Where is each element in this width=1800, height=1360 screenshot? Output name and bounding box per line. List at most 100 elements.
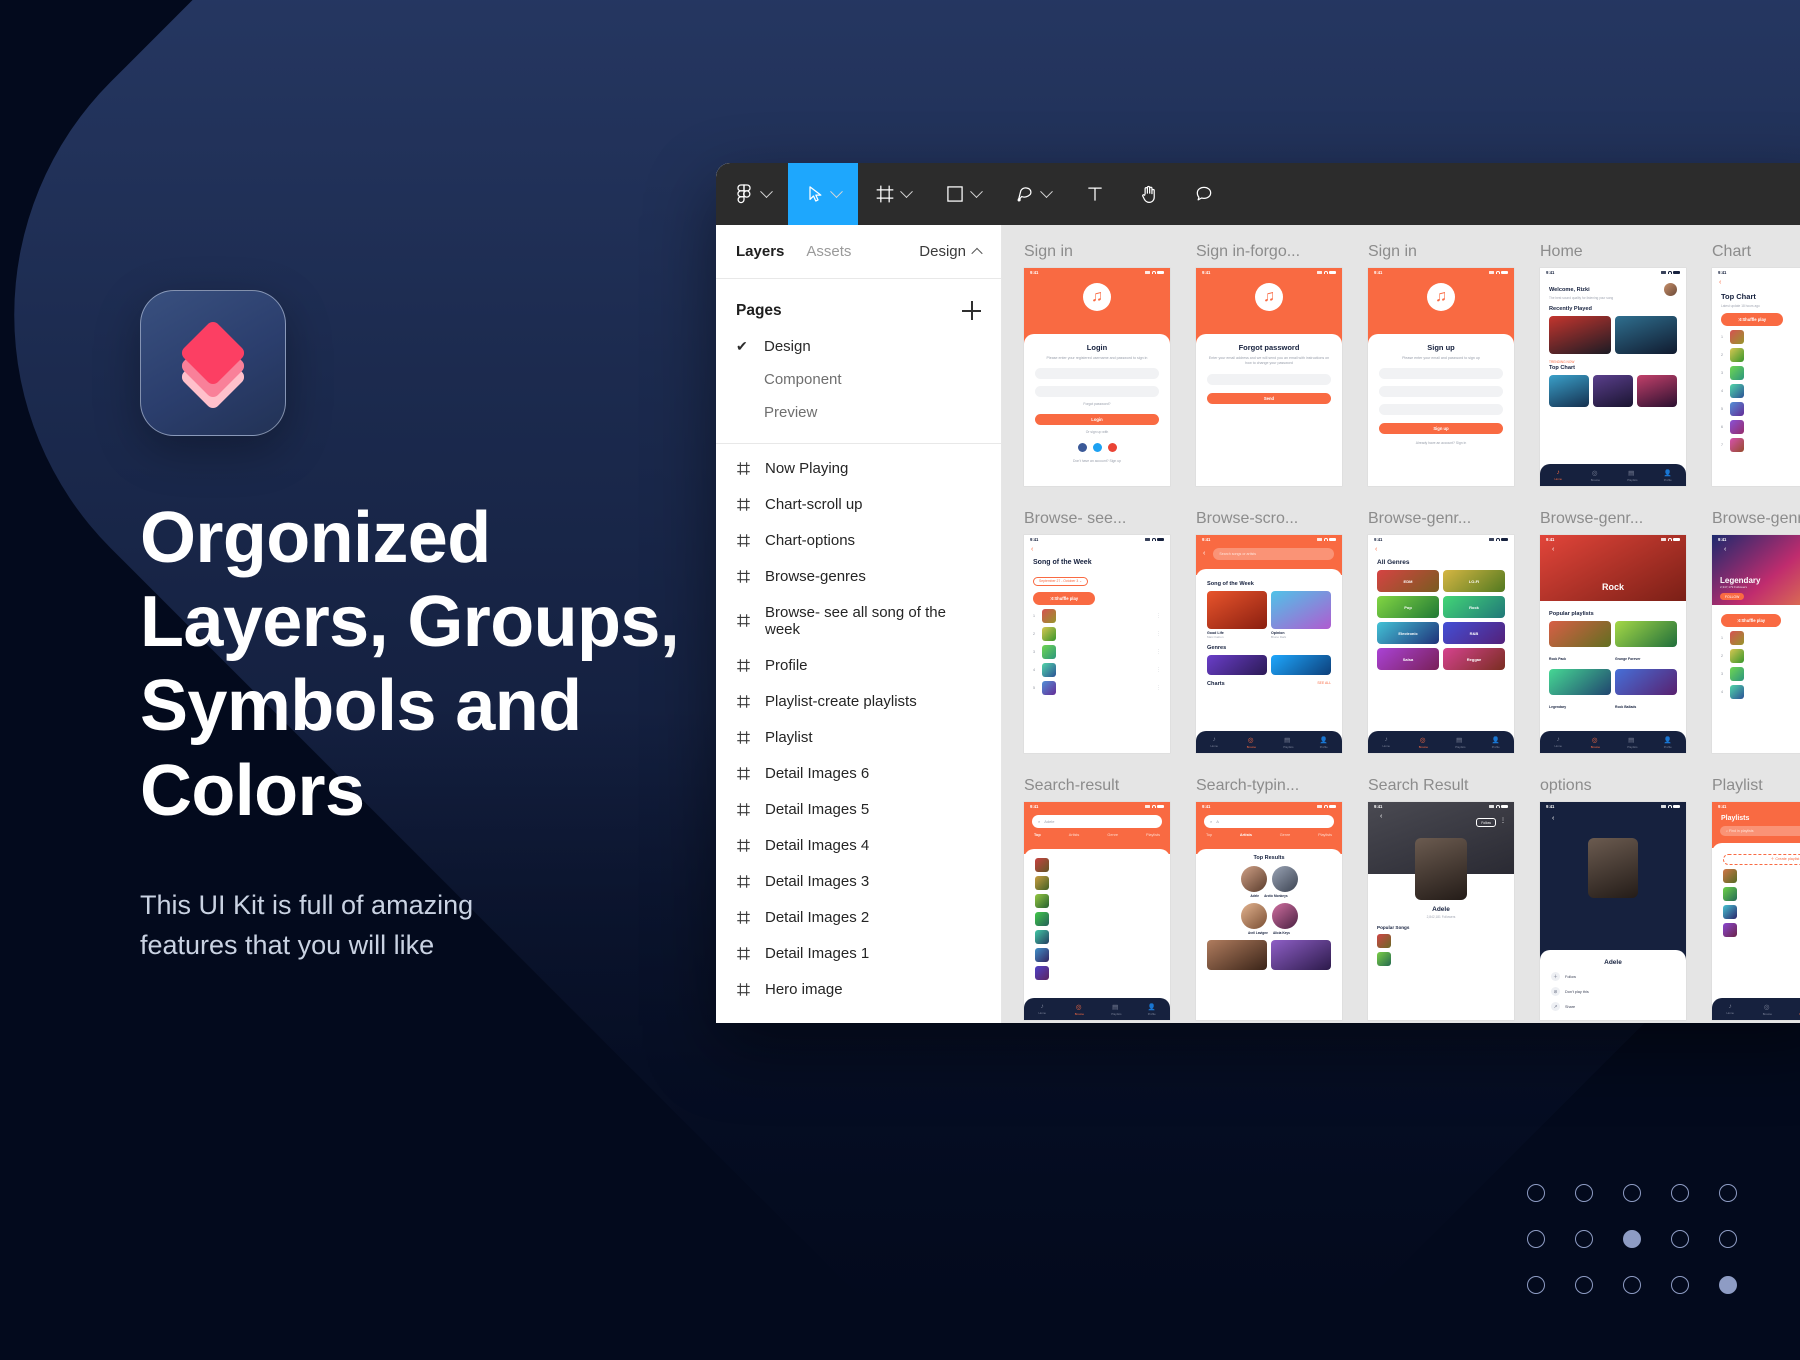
artboard-label[interactable]: Search-result	[1024, 777, 1170, 795]
genre-tile[interactable]	[1207, 655, 1267, 675]
artboard[interactable]: Browse-scro... 9:41 ‹ Search songs or ar…	[1196, 510, 1342, 753]
tab-profile[interactable]: 👤 Profile	[1320, 736, 1328, 749]
figma-canvas[interactable]: Sign in 9:41 ♫ Login Please enter your re…	[1002, 225, 1800, 1023]
forgot-password-link[interactable]: Forgot password?	[1035, 402, 1159, 406]
genre-tile[interactable]: Salsa	[1377, 648, 1439, 670]
result-row[interactable]	[1035, 930, 1159, 944]
artboard-label[interactable]: Browse-genr...	[1712, 510, 1800, 528]
artboard-label[interactable]: Sign in	[1368, 243, 1514, 261]
tab-profile[interactable]: 👤 Profile	[1664, 469, 1672, 482]
song-more-icon[interactable]: ⋮	[1156, 649, 1161, 655]
tab-browse[interactable]: ◎ Browse	[1075, 1003, 1084, 1016]
tab-home[interactable]: ♪ Home	[1038, 1003, 1046, 1015]
artboard-preview-options[interactable]: 9:41 ‹ Adele ＋ Follow ⊘ Don't play this …	[1540, 802, 1686, 1020]
search-tab-top[interactable]: Top	[1206, 833, 1212, 837]
tab-home[interactable]: ♪ Home	[1382, 736, 1390, 748]
artboard-label[interactable]: options	[1540, 777, 1686, 795]
more-options-icon[interactable]: ⋮	[1500, 817, 1506, 824]
tab-browse[interactable]: ◎ Browse	[1419, 736, 1428, 749]
pen-tool[interactable]	[998, 163, 1068, 225]
back-chevron-icon[interactable]: ‹	[1368, 544, 1514, 553]
follow-badge[interactable]: FOLLOW	[1720, 593, 1745, 600]
social-buttons[interactable]	[1035, 443, 1159, 453]
tab-browse[interactable]: ◎ Browse	[1591, 736, 1600, 749]
page-item-design[interactable]: ✔ Design	[716, 330, 1001, 363]
cursor-move-tool[interactable]	[788, 163, 858, 225]
artboard[interactable]: Home 9:41 Welcome, Rizki The best sound …	[1540, 243, 1686, 486]
input-name[interactable]	[1379, 368, 1503, 380]
song-row[interactable]: 3 ⋮	[1033, 645, 1161, 659]
result-row[interactable]	[1035, 948, 1159, 962]
song-row[interactable]: 2 ⋮	[1721, 348, 1800, 362]
search-tab-artists[interactable]: Artists	[1069, 833, 1080, 837]
genre-tile[interactable]: EDM	[1377, 570, 1439, 592]
genre-tile[interactable]: R&B	[1443, 622, 1505, 644]
song-row[interactable]	[1377, 952, 1505, 966]
artboard-preview-browse_scroll[interactable]: 9:41 ‹ Search songs or artists Song of t…	[1196, 535, 1342, 753]
twitter-icon[interactable]	[1092, 443, 1102, 453]
search-tabs[interactable]: Top Artists Genre Playlists	[1024, 828, 1170, 837]
facebook-icon[interactable]	[1077, 443, 1087, 453]
tab-playlists[interactable]: ▤Playlists	[1111, 1003, 1121, 1016]
album-tile[interactable]	[1593, 375, 1633, 407]
date-range-selector[interactable]: September 27 - October 3 ⌄	[1033, 576, 1088, 586]
song-row[interactable]: 1 ⋮	[1721, 330, 1800, 344]
album-tile[interactable]	[1637, 375, 1677, 407]
layer-item[interactable]: Chart-options	[716, 522, 1001, 558]
tab-assets[interactable]: Assets	[806, 243, 851, 260]
plus-icon[interactable]	[962, 301, 981, 320]
layer-item[interactable]: Browse-genres	[716, 558, 1001, 594]
playlist-row[interactable]	[1723, 869, 1800, 883]
tab-profile[interactable]: 👤 Profile	[1148, 1003, 1156, 1016]
artboard-label[interactable]: Search-typin...	[1196, 777, 1342, 795]
google-icon[interactable]	[1107, 443, 1117, 453]
page-item-component[interactable]: Component	[716, 363, 1001, 396]
artist-avatar[interactable]	[1271, 903, 1298, 929]
genre-tile[interactable]: Electronic	[1377, 622, 1439, 644]
artboard-preview-login[interactable]: 9:41 ♫ Login Please enter your registered…	[1024, 268, 1170, 486]
artboard[interactable]: Chart 9:41 ‹ Top Chart Latest update 18 h…	[1712, 243, 1800, 486]
artboard[interactable]: Sign in 9:41 ♫ Login Please enter your re…	[1024, 243, 1170, 486]
artboard-preview-search_result[interactable]: 9:41 ⌕Adele TopArtistsGenrePlaylists	[1024, 802, 1170, 1020]
shuffle-play-button[interactable]: ⤨ Shuffle play	[1721, 313, 1783, 326]
layer-item[interactable]: Playlist	[716, 719, 1001, 755]
input-password[interactable]	[1379, 404, 1503, 416]
artboard-preview-signup[interactable]: 9:41 ♫ Sign up Please enter your email an…	[1368, 268, 1514, 486]
signin-footer[interactable]: Already have an account? Sign in	[1379, 441, 1503, 445]
design-tab[interactable]: Design	[919, 243, 983, 260]
result-row[interactable]	[1035, 966, 1159, 980]
artboard[interactable]: Search-typin... 9:41 ⌕ A Top Artists Genre P…	[1196, 777, 1342, 1020]
shuffle-play-button[interactable]: ⤨ Shuffle play	[1033, 592, 1095, 605]
see-all-link[interactable]: SEE ALL	[1317, 681, 1331, 685]
tab-playlists[interactable]: ▤Playlists	[1627, 736, 1637, 749]
artboard[interactable]: options 9:41 ‹ Adele ＋ Follow ⊘ Don't pl…	[1540, 777, 1686, 1020]
tab-browse[interactable]: ◎ Browse	[1763, 1003, 1772, 1016]
song-row[interactable]	[1377, 934, 1505, 948]
back-chevron-icon[interactable]: ‹	[1545, 813, 1554, 822]
artist-tile[interactable]	[1271, 940, 1331, 970]
option-share[interactable]: ↗ Share	[1551, 1002, 1675, 1011]
artboard[interactable]: Sign in-forgo... 9:41 ♫ Forgot password E…	[1196, 243, 1342, 486]
search-input[interactable]: ⌕ Adele	[1032, 815, 1162, 828]
input-email[interactable]	[1207, 373, 1331, 385]
song-row[interactable]: 5 ⋮	[1033, 681, 1161, 695]
layer-item[interactable]: Chart-scroll up	[716, 486, 1001, 522]
signup-footer[interactable]: Don't have an account? Sign up	[1035, 459, 1159, 463]
song-more-icon[interactable]: ⋮	[1156, 631, 1161, 637]
artboard[interactable]: Browse-genr... 9:41 ‹ Legendary 2,347,17…	[1712, 510, 1800, 753]
artboard[interactable]: Browse- see... 9:41 ‹ Song of the Week Se…	[1024, 510, 1170, 753]
artboard[interactable]: Search Result 9:41 ‹ Follow ⋮ Adele 2,84…	[1368, 777, 1514, 1020]
result-row[interactable]	[1035, 858, 1159, 872]
search-input[interactable]: ⌕ A	[1204, 815, 1334, 828]
recently-played-tiles[interactable]	[1549, 316, 1677, 354]
genre-tile[interactable]	[1271, 655, 1331, 675]
figma-logo-icon-button[interactable]	[716, 163, 788, 225]
tab-home[interactable]: ♪ Home	[1726, 1003, 1734, 1015]
signup-button[interactable]: Sign up	[1379, 423, 1503, 435]
album-tile[interactable]	[1549, 375, 1589, 407]
song-more-icon[interactable]: ⋮	[1156, 667, 1161, 673]
playlist-tile[interactable]: Grunge Forever	[1615, 621, 1677, 665]
input-password[interactable]	[1035, 386, 1159, 398]
playlist-row[interactable]	[1723, 923, 1800, 937]
genre-tile[interactable]: Reggae	[1443, 648, 1505, 670]
